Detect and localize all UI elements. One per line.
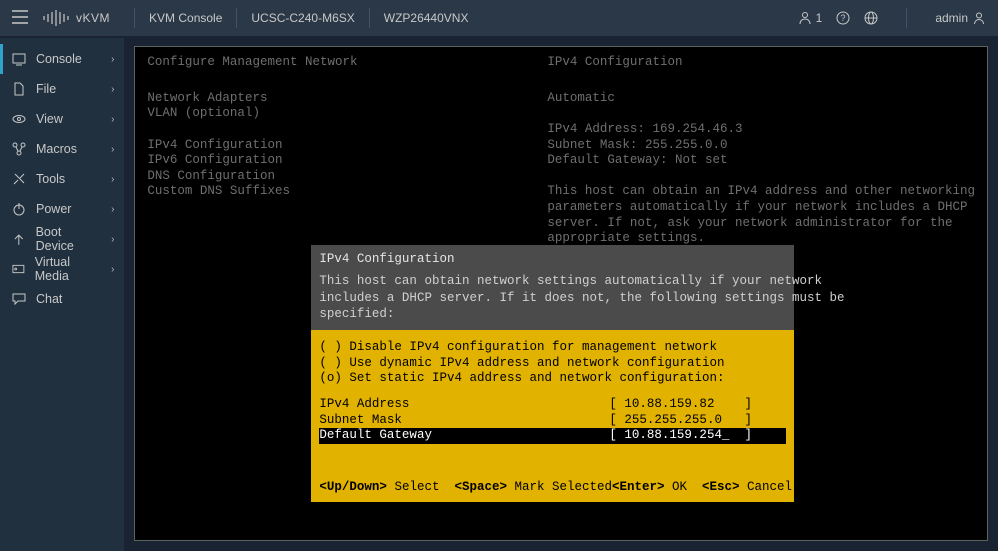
chevron-right-icon: › bbox=[111, 234, 114, 245]
key-enter: <Enter> bbox=[612, 480, 665, 494]
sidebar-item-label: View bbox=[36, 112, 63, 126]
eye-icon bbox=[12, 112, 26, 126]
sidebar-item-boot-device[interactable]: Boot Device › bbox=[0, 224, 124, 254]
key-updown: <Up/Down> bbox=[319, 480, 387, 494]
header-serial: WZP26440VNX bbox=[384, 11, 469, 25]
dialog-options[interactable]: ( ) Disable IPv4 configuration for manag… bbox=[319, 340, 786, 387]
chevron-right-icon: › bbox=[111, 264, 114, 275]
field-default-gateway[interactable]: Default Gateway [ 10.88.159.254_ ] bbox=[319, 428, 786, 444]
sidebar-item-view[interactable]: View › bbox=[0, 104, 124, 134]
svg-text:?: ? bbox=[841, 13, 846, 23]
field-label: Default Gateway bbox=[319, 428, 609, 444]
globe-icon[interactable] bbox=[864, 11, 878, 25]
file-icon bbox=[12, 82, 26, 96]
sidebar-item-label: Tools bbox=[36, 172, 65, 186]
chat-icon bbox=[12, 292, 26, 306]
chevron-right-icon: › bbox=[111, 84, 114, 95]
header-bar: vKVM KVM Console UCSC-C240-M6SX WZP26440… bbox=[0, 0, 998, 36]
key-esc: <Esc> bbox=[702, 480, 740, 494]
user-menu[interactable]: admin bbox=[935, 11, 986, 25]
sidebar-item-label: Boot Device bbox=[36, 225, 101, 253]
sidebar-item-tools[interactable]: Tools › bbox=[0, 164, 124, 194]
field-value: [ 10.88.159.82 ] bbox=[609, 397, 786, 413]
terminal-left-title: Configure Management Network bbox=[147, 55, 547, 71]
key-space: <Space> bbox=[454, 480, 507, 494]
tools-icon bbox=[12, 172, 26, 186]
field-label: Subnet Mask bbox=[319, 413, 609, 429]
sidebar-item-power[interactable]: Power › bbox=[0, 194, 124, 224]
field-value: [ 255.255.255.0 ] bbox=[609, 413, 786, 429]
dialog-title: IPv4 Configuration bbox=[319, 251, 786, 267]
sidebar-item-label: Power bbox=[36, 202, 71, 216]
media-icon bbox=[12, 262, 25, 276]
boot-icon bbox=[12, 232, 26, 246]
cisco-logo: vKVM bbox=[42, 10, 110, 26]
sidebar-item-label: Chat bbox=[36, 292, 62, 306]
help-icon[interactable]: ? bbox=[836, 11, 850, 25]
sidebar-item-file[interactable]: File › bbox=[0, 74, 124, 104]
user-count: 1 bbox=[816, 11, 823, 25]
field-label: IPv4 Address bbox=[319, 397, 609, 413]
sidebar-item-label: Console bbox=[36, 52, 82, 66]
sidebar-item-label: Macros bbox=[36, 142, 77, 156]
username-label: admin bbox=[935, 11, 968, 25]
macros-icon bbox=[12, 142, 26, 156]
field-ipv4-address[interactable]: IPv4 Address [ 10.88.159.82 ] bbox=[319, 397, 786, 413]
sidebar-item-console[interactable]: Console › bbox=[0, 44, 124, 74]
sidebar-item-label: Virtual Media bbox=[35, 255, 101, 283]
terminal-right-info: Automatic IPv4 Address: 169.254.46.3 Sub… bbox=[547, 91, 975, 247]
field-subnet-mask[interactable]: Subnet Mask [ 255.255.255.0 ] bbox=[319, 413, 786, 429]
sidebar: Console › File › View › Macros › Tools ›… bbox=[0, 36, 124, 551]
kvm-terminal[interactable]: Configure Management Network IPv4 Config… bbox=[134, 46, 988, 541]
sidebar-item-virtual-media[interactable]: Virtual Media › bbox=[0, 254, 124, 284]
chevron-right-icon: › bbox=[111, 174, 114, 185]
divider bbox=[134, 8, 135, 28]
sidebar-item-label: File bbox=[36, 82, 56, 96]
field-value: [ 10.88.159.254_ ] bbox=[609, 428, 786, 444]
divider bbox=[906, 8, 907, 28]
chevron-right-icon: › bbox=[111, 54, 114, 65]
power-icon bbox=[12, 202, 26, 216]
divider bbox=[236, 8, 237, 28]
chevron-right-icon: › bbox=[111, 204, 114, 215]
dialog-footer: <Up/Down> Select <Space> Mark Selected<E… bbox=[311, 476, 794, 502]
users-icon[interactable]: 1 bbox=[798, 11, 823, 25]
hamburger-icon[interactable] bbox=[12, 10, 28, 27]
console-icon bbox=[12, 52, 26, 66]
ipv4-config-dialog: IPv4 Configuration This host can obtain … bbox=[311, 245, 794, 502]
sidebar-item-macros[interactable]: Macros › bbox=[0, 134, 124, 164]
dialog-header: IPv4 Configuration This host can obtain … bbox=[311, 245, 794, 330]
terminal-right-title: IPv4 Configuration bbox=[547, 55, 975, 71]
divider bbox=[369, 8, 370, 28]
chevron-right-icon: › bbox=[111, 144, 114, 155]
header-kvm-console[interactable]: KVM Console bbox=[149, 11, 222, 25]
chevron-right-icon: › bbox=[111, 114, 114, 125]
terminal-left-menu: Network Adapters VLAN (optional) IPv4 Co… bbox=[147, 91, 547, 247]
dialog-help-text: This host can obtain network settings au… bbox=[319, 273, 786, 322]
brand-name: vKVM bbox=[76, 11, 110, 25]
content-area: Configure Management Network IPv4 Config… bbox=[124, 36, 998, 551]
header-model: UCSC-C240-M6SX bbox=[251, 11, 354, 25]
sidebar-item-chat[interactable]: Chat bbox=[0, 284, 124, 314]
